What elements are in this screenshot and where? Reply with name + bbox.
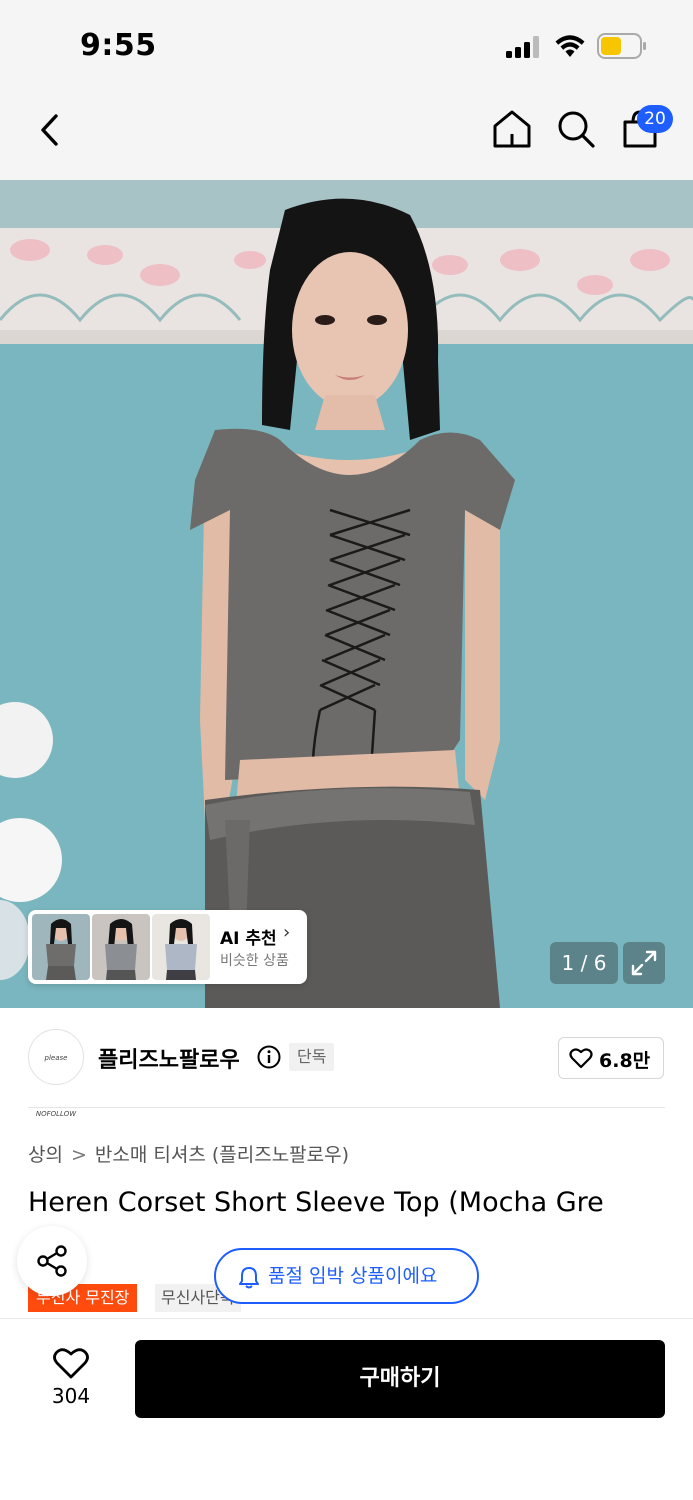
breadcrumb: 상의 > 반소매 티셔츠 (플리즈노팔로우) xyxy=(28,1140,349,1167)
status-time: 9:55 xyxy=(80,28,157,63)
heart-icon[interactable] xyxy=(52,1346,90,1380)
heart-icon xyxy=(569,1048,593,1069)
divider xyxy=(28,1107,665,1108)
cart-count-badge: 20 xyxy=(637,105,673,133)
share-button[interactable] xyxy=(17,1226,87,1296)
buy-button[interactable]: 구매하기 xyxy=(135,1340,665,1418)
battery-icon xyxy=(597,33,646,59)
ai-recommend-title: AI 추천 xyxy=(220,929,277,949)
ai-recommend-card[interactable]: AI 추천 › 비슷한 상품 xyxy=(28,910,307,984)
wifi-icon xyxy=(555,35,585,57)
info-icon[interactable] xyxy=(257,1045,281,1069)
ai-recommend-subtitle: 비슷한 상품 xyxy=(220,953,289,969)
breadcrumb-separator: > xyxy=(70,1144,87,1166)
expand-button[interactable] xyxy=(623,942,665,984)
exclusive-badge: 단독 xyxy=(289,1043,335,1071)
breadcrumb-subcategory[interactable]: 반소매 티셔츠 (플리즈노팔로우) xyxy=(95,1144,349,1166)
ai-thumbnail-3[interactable] xyxy=(152,914,210,980)
brand-like-count: 6.8만 xyxy=(599,1050,651,1072)
breadcrumb-category[interactable]: 상의 xyxy=(28,1144,63,1166)
share-icon xyxy=(37,1245,67,1277)
back-icon[interactable] xyxy=(34,110,64,150)
home-icon[interactable] xyxy=(491,108,533,150)
product-title: Heren Corset Short Sleeve Top (Mocha Gre xyxy=(28,1187,604,1218)
expand-icon xyxy=(631,950,657,976)
search-icon[interactable] xyxy=(555,108,597,150)
chevron-right-icon: › xyxy=(283,922,291,943)
ai-thumbnail-2[interactable] xyxy=(92,914,150,980)
brand-like-button[interactable]: 6.8만 xyxy=(558,1037,664,1079)
ai-thumbnail-1[interactable] xyxy=(32,914,90,980)
product-photo xyxy=(0,180,693,1008)
image-counter: 1 / 6 xyxy=(550,942,618,984)
cellular-signal-icon xyxy=(506,36,539,58)
brand-logo[interactable]: please NOFOLLOW xyxy=(28,1029,84,1118)
product-image[interactable] xyxy=(0,180,693,1008)
sold-out-soon-alert[interactable]: 품절 임박 상품이에요 xyxy=(214,1248,479,1304)
bell-icon xyxy=(239,1267,259,1289)
brand-name[interactable]: 플리즈노팔로우 xyxy=(98,1042,240,1074)
sold-out-soon-text: 품절 임박 상품이에요 xyxy=(268,1265,438,1287)
wish-count: 304 xyxy=(51,1384,91,1408)
